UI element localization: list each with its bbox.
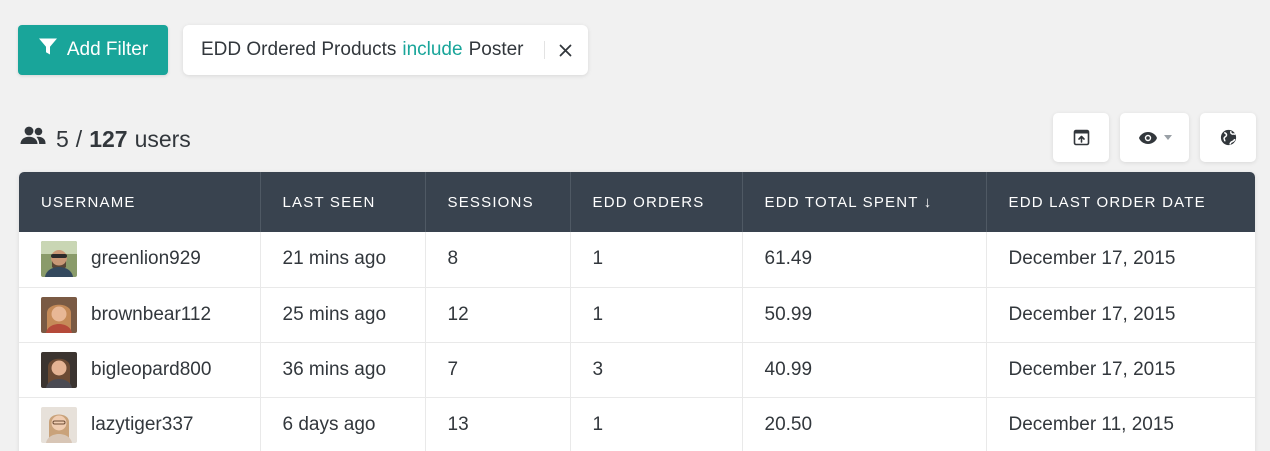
active-filter-chip[interactable]: EDD Ordered Products include Poster (183, 25, 588, 75)
funnel-icon (38, 37, 58, 63)
table-row[interactable]: greenlion929 21 mins ago 8 1 61.49 Decem… (19, 232, 1255, 287)
close-icon (559, 44, 571, 56)
sessions-cell: 13 (425, 397, 571, 451)
users-icon (19, 122, 56, 156)
edd-orders-cell: 1 (570, 397, 743, 451)
column-header-last-seen[interactable]: LAST SEEN (260, 172, 426, 232)
username[interactable]: brownbear112 (91, 304, 211, 326)
avatar[interactable] (41, 241, 77, 278)
edd-last-order-date-cell: December 11, 2015 (1008, 413, 1174, 435)
count-separator: / (75, 125, 83, 152)
eye-icon (1138, 131, 1157, 144)
avatar[interactable] (41, 351, 77, 388)
last-seen-cell: 25 mins ago (260, 287, 426, 342)
last-seen-cell: 6 days ago (260, 397, 426, 451)
user-count: 5 / 127 users (19, 124, 191, 154)
username[interactable]: bigleopard800 (91, 359, 211, 381)
last-seen-cell: 36 mins ago (260, 342, 426, 397)
edd-orders-cell: 1 (570, 232, 743, 287)
shown-count: 5 (56, 125, 69, 152)
total-count: 127 (89, 125, 128, 152)
export-button[interactable] (1053, 113, 1109, 162)
edd-total-spent-cell: 40.99 (742, 342, 987, 397)
table-row[interactable]: brownbear112 25 mins ago 12 1 50.99 Dece… (19, 287, 1255, 342)
caret-down-icon (1163, 135, 1172, 140)
table-row[interactable]: lazytiger337 6 days ago 13 1 20.50 Decem… (19, 397, 1255, 451)
edd-last-order-date-cell: December 17, 2015 (1008, 358, 1176, 380)
globe-icon (1220, 129, 1236, 146)
add-filter-button[interactable]: Add Filter (18, 25, 168, 75)
edd-total-spent-cell: 20.50 (742, 397, 987, 451)
users-table: USERNAME LAST SEEN SESSIONS EDD ORDERS E… (19, 172, 1255, 451)
edd-total-spent-cell: 50.99 (742, 287, 987, 342)
count-unit: users (134, 125, 191, 152)
edd-last-order-date-cell: December 17, 2015 (1008, 248, 1176, 270)
add-filter-label: Add Filter (66, 39, 149, 60)
column-header-username[interactable]: USERNAME (19, 172, 261, 232)
filter-value[interactable]: Poster (469, 39, 524, 61)
column-header-sessions[interactable]: SESSIONS (425, 172, 571, 232)
column-header-edd-total-spent[interactable]: EDD TOTAL SPENT ↓ (742, 172, 987, 232)
avatar[interactable] (41, 406, 77, 443)
sessions-cell: 12 (425, 287, 571, 342)
edd-total-spent-cell: 61.49 (742, 232, 987, 287)
remove-filter-button[interactable] (555, 40, 575, 60)
column-header-edd-last-order-date[interactable]: EDD LAST ORDER DATE (986, 172, 1255, 232)
avatar[interactable] (41, 296, 77, 333)
export-icon (1073, 129, 1089, 146)
filter-operator[interactable]: include (402, 39, 462, 61)
username[interactable]: greenlion929 (91, 248, 201, 270)
sessions-cell: 8 (425, 232, 571, 287)
last-seen-cell: 21 mins ago (260, 232, 426, 287)
table-row[interactable]: bigleopard800 36 mins ago 7 3 40.99 Dece… (19, 342, 1255, 397)
edd-orders-cell: 1 (570, 287, 743, 342)
column-header-edd-orders[interactable]: EDD ORDERS (570, 172, 743, 232)
edd-orders-cell: 3 (570, 342, 743, 397)
filter-field: EDD Ordered Products (201, 39, 397, 60)
table-header-row: USERNAME LAST SEEN SESSIONS EDD ORDERS E… (19, 172, 1255, 232)
map-view-button[interactable] (1200, 113, 1256, 162)
edd-last-order-date-cell: December 17, 2015 (1008, 303, 1176, 325)
chip-divider (544, 41, 545, 59)
sessions-cell: 7 (425, 342, 571, 397)
username[interactable]: lazytiger337 (91, 414, 193, 436)
view-options-button[interactable] (1120, 113, 1189, 162)
